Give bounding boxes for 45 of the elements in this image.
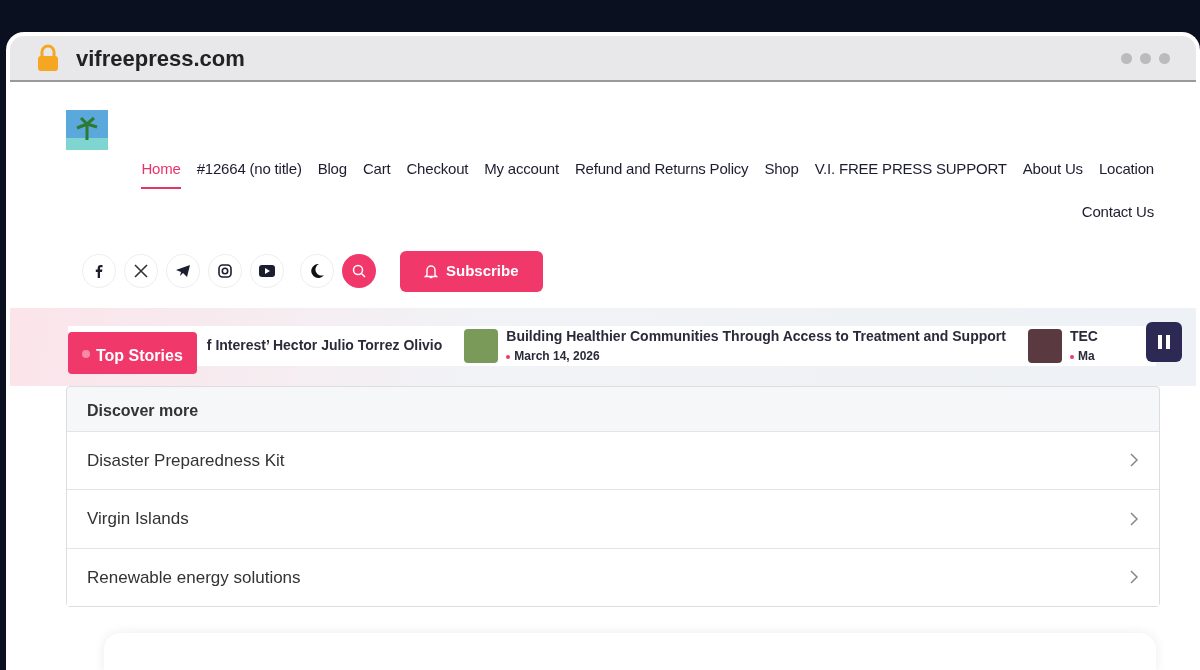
discover-item[interactable]: Virgin Islands: [67, 489, 1159, 548]
nav-link[interactable]: Home: [141, 158, 181, 189]
story-link[interactable]: f Interest’ Hector Julio Torrez Olivio: [206, 335, 443, 356]
chevron-right-icon: [1129, 569, 1139, 586]
story-link[interactable]: TEC: [1069, 326, 1098, 347]
discover-item[interactable]: Renewable energy solutions: [67, 547, 1159, 606]
nav-link[interactable]: My account: [484, 158, 559, 189]
story-date: Ma: [1069, 347, 1098, 365]
nav-link[interactable]: Shop: [764, 158, 799, 189]
site-logo: [66, 110, 108, 150]
window-dot: [1121, 52, 1132, 64]
story-date: March 14, 2026: [506, 347, 1006, 365]
pause-button[interactable]: [1146, 321, 1182, 362]
nav-link[interactable]: Blog: [317, 158, 347, 189]
paper-plane-icon[interactable]: [166, 254, 200, 289]
story-link[interactable]: Building Healthier Communities Through Access to Treatment and Support: [506, 326, 1006, 347]
nav-link[interactable]: #12664 (no title): [196, 158, 302, 189]
search-icon: [352, 264, 366, 279]
subscribe-button[interactable]: Subscribe: [400, 251, 543, 292]
discover-heading: Discover more: [86, 400, 200, 421]
moon-icon[interactable]: [300, 254, 334, 289]
search-button[interactable]: [342, 254, 376, 289]
window-dot: [1140, 52, 1151, 64]
nav-link[interactable]: Contact Us: [1081, 200, 1154, 231]
nav-link[interactable]: Cart: [362, 158, 391, 189]
bell-icon: [424, 263, 438, 279]
nav-link[interactable]: V.I. FREE PRESS SUPPORT: [814, 158, 1007, 189]
pause-icon: [1157, 333, 1171, 350]
x-logo-icon[interactable]: [124, 254, 158, 289]
thumbnail-image: [1027, 328, 1062, 363]
chevron-right-icon: [1129, 452, 1139, 469]
discover-item[interactable]: Disaster Preparedness Kit: [67, 430, 1159, 489]
nav-link[interactable]: Refund and Returns Policy: [574, 158, 749, 189]
video-play-icon[interactable]: [250, 254, 284, 289]
nav-link[interactable]: About Us: [1022, 158, 1083, 189]
chevron-right-icon: [1129, 510, 1139, 527]
lock-icon: [36, 44, 60, 72]
facebook-icon[interactable]: [82, 254, 116, 289]
instagram-icon[interactable]: [208, 254, 242, 289]
nav-link[interactable]: Checkout: [406, 158, 469, 189]
url-text: vifreepress.com: [76, 44, 245, 73]
nav-link[interactable]: Location: [1098, 158, 1154, 189]
thumbnail-image: [464, 328, 499, 363]
window-dot: [1159, 52, 1170, 64]
top-stories-label: Top Stories: [68, 331, 197, 374]
